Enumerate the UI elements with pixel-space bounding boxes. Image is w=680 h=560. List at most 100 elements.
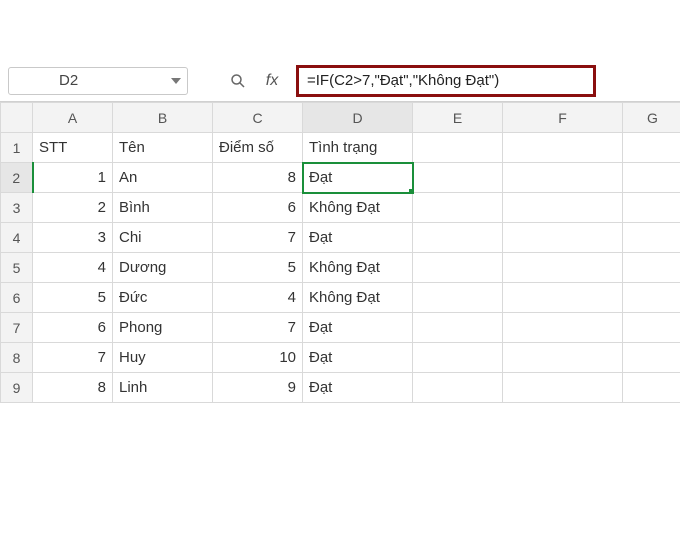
col-header-F[interactable]: F (503, 103, 623, 133)
cell-E1[interactable] (413, 133, 503, 163)
row-header-6[interactable]: 6 (1, 283, 33, 313)
cell-A2[interactable]: 1 (33, 163, 113, 193)
cell-E2[interactable] (413, 163, 503, 193)
col-header-G[interactable]: G (623, 103, 680, 133)
fx-icon[interactable]: fx (258, 67, 286, 95)
cell-G7[interactable] (623, 313, 680, 343)
row-header-4[interactable]: 4 (1, 223, 33, 253)
cell-B1[interactable]: Tên (113, 133, 213, 163)
search-icon[interactable] (224, 67, 252, 95)
cell-E7[interactable] (413, 313, 503, 343)
row-header-1[interactable]: 1 (1, 133, 33, 163)
row-5: 5 4 Dương 5 Không Đạt (1, 253, 680, 283)
cell-D9[interactable]: Đạt (303, 373, 413, 403)
cell-G5[interactable] (623, 253, 680, 283)
row-header-5[interactable]: 5 (1, 253, 33, 283)
cell-C3[interactable]: 6 (213, 193, 303, 223)
cell-C7[interactable]: 7 (213, 313, 303, 343)
cell-G1[interactable] (623, 133, 680, 163)
cell-B5[interactable]: Dương (113, 253, 213, 283)
cell-G8[interactable] (623, 343, 680, 373)
row-header-8[interactable]: 8 (1, 343, 33, 373)
cell-D5[interactable]: Không Đạt (303, 253, 413, 283)
cell-D7[interactable]: Đạt (303, 313, 413, 343)
cell-A8[interactable]: 7 (33, 343, 113, 373)
row-header-7[interactable]: 7 (1, 313, 33, 343)
cell-A6[interactable]: 5 (33, 283, 113, 313)
select-all-corner[interactable] (1, 103, 33, 133)
cell-B6[interactable]: Đức (113, 283, 213, 313)
col-header-B[interactable]: B (113, 103, 213, 133)
cell-F8[interactable] (503, 343, 623, 373)
cell-E5[interactable] (413, 253, 503, 283)
row-header-9[interactable]: 9 (1, 373, 33, 403)
cell-C1[interactable]: Điểm số (213, 133, 303, 163)
row-header-2[interactable]: 2 (1, 163, 33, 193)
cell-F6[interactable] (503, 283, 623, 313)
cell-F3[interactable] (503, 193, 623, 223)
cell-B9[interactable]: Linh (113, 373, 213, 403)
cell-A3[interactable]: 2 (33, 193, 113, 223)
row-7: 7 6 Phong 7 Đạt (1, 313, 680, 343)
cell-A9[interactable]: 8 (33, 373, 113, 403)
cell-D6[interactable]: Không Đạt (303, 283, 413, 313)
cell-G4[interactable] (623, 223, 680, 253)
cell-A1[interactable]: STT (33, 133, 113, 163)
cell-G9[interactable] (623, 373, 680, 403)
cell-D2[interactable]: Đạt (303, 163, 413, 193)
col-header-E[interactable]: E (413, 103, 503, 133)
name-box[interactable]: D2 (8, 67, 188, 95)
row-4: 4 3 Chi 7 Đạt (1, 223, 680, 253)
cell-E6[interactable] (413, 283, 503, 313)
cell-C5[interactable]: 5 (213, 253, 303, 283)
cell-E3[interactable] (413, 193, 503, 223)
cell-C6[interactable]: 4 (213, 283, 303, 313)
row-3: 3 2 Bình 6 Không Đạt (1, 193, 680, 223)
row-2: 2 1 An 8 Đạt (1, 163, 680, 193)
cell-F2[interactable] (503, 163, 623, 193)
formula-input[interactable]: =IF(C2>7,"Đạt","Không Đạt") (296, 65, 596, 97)
cell-F7[interactable] (503, 313, 623, 343)
cell-G2[interactable] (623, 163, 680, 193)
cell-C9[interactable]: 9 (213, 373, 303, 403)
cell-F1[interactable] (503, 133, 623, 163)
cell-A5[interactable]: 4 (33, 253, 113, 283)
formula-text: =IF(C2>7,"Đạt","Không Đạt") (307, 72, 499, 89)
cell-D8[interactable]: Đạt (303, 343, 413, 373)
cell-E4[interactable] (413, 223, 503, 253)
row-1: 1 STT Tên Điểm số Tình trạng (1, 133, 680, 163)
cell-B4[interactable]: Chi (113, 223, 213, 253)
row-6: 6 5 Đức 4 Không Đạt (1, 283, 680, 313)
spreadsheet-grid[interactable]: A B C D E F G 1 STT Tên Điểm số Tình trạ… (0, 102, 680, 403)
col-header-C[interactable]: C (213, 103, 303, 133)
cell-E9[interactable] (413, 373, 503, 403)
col-header-A[interactable]: A (33, 103, 113, 133)
row-8: 8 7 Huy 10 Đạt (1, 343, 680, 373)
cell-F4[interactable] (503, 223, 623, 253)
cell-D1[interactable]: Tình trạng (303, 133, 413, 163)
formula-bar-icons: fx (224, 67, 286, 95)
cell-B2[interactable]: An (113, 163, 213, 193)
cell-F5[interactable] (503, 253, 623, 283)
cell-D4[interactable]: Đạt (303, 223, 413, 253)
cell-B7[interactable]: Phong (113, 313, 213, 343)
cell-B3[interactable]: Bình (113, 193, 213, 223)
column-header-row: A B C D E F G (1, 103, 680, 133)
name-box-value: D2 (59, 72, 78, 89)
row-9: 9 8 Linh 9 Đạt (1, 373, 680, 403)
cell-E8[interactable] (413, 343, 503, 373)
cell-A7[interactable]: 6 (33, 313, 113, 343)
formula-bar: D2 fx =IF(C2>7,"Đạt","Không Đạt") (0, 60, 680, 102)
cell-C8[interactable]: 10 (213, 343, 303, 373)
row-header-3[interactable]: 3 (1, 193, 33, 223)
cell-G3[interactable] (623, 193, 680, 223)
cell-G6[interactable] (623, 283, 680, 313)
chevron-down-icon (171, 78, 181, 84)
cell-D3[interactable]: Không Đạt (303, 193, 413, 223)
cell-C2[interactable]: 8 (213, 163, 303, 193)
col-header-D[interactable]: D (303, 103, 413, 133)
cell-B8[interactable]: Huy (113, 343, 213, 373)
cell-F9[interactable] (503, 373, 623, 403)
cell-A4[interactable]: 3 (33, 223, 113, 253)
cell-C4[interactable]: 7 (213, 223, 303, 253)
